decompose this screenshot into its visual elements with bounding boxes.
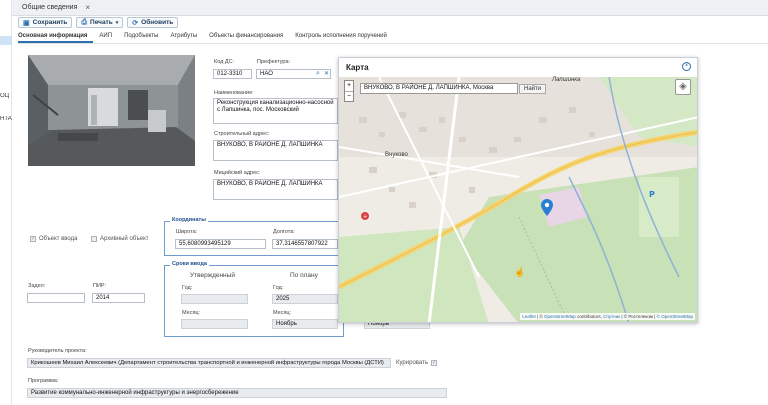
zoom-out-button[interactable]: − bbox=[345, 91, 353, 101]
refresh-icon: ⟳ bbox=[132, 19, 139, 27]
search-icon[interactable]: ⌕ bbox=[316, 70, 320, 78]
close-icon[interactable]: × bbox=[682, 62, 691, 71]
map-attribution: Leaflet | © OpenStreetMap contributors, … bbox=[520, 313, 695, 320]
checkbox-checked-icon: ✓ bbox=[431, 360, 437, 366]
longitude-field[interactable]: 37,3146557807922 bbox=[272, 239, 338, 249]
hand-cursor-icon: ☝ bbox=[514, 267, 526, 277]
tab-main-info[interactable]: Основная информация bbox=[18, 33, 94, 43]
map-canvas[interactable]: + P Внуково Лапшинка ☝ bbox=[339, 76, 697, 322]
save-button[interactable]: ▣ Сохранить bbox=[18, 17, 73, 28]
map-dialog: Карта × + P Внуково Лапшинка ☝ + − ВНУКО… bbox=[338, 57, 698, 323]
kod-label: Код ДС: bbox=[214, 59, 235, 65]
pir-label: ПИР: bbox=[93, 283, 106, 289]
chevron-down-icon: ▾ bbox=[115, 19, 119, 26]
tab-finance-objects[interactable]: Объекты финансирования bbox=[209, 33, 289, 43]
print-button[interactable]: ⎙ Печать ▾ bbox=[76, 17, 124, 28]
tab-bar: Основная информация АИП Подобъекты Атриб… bbox=[18, 33, 768, 43]
checkbox-empty-icon bbox=[91, 236, 97, 242]
kod-field[interactable]: 012-3310 bbox=[213, 69, 252, 79]
build-address-field[interactable]: ВНУКОВО, В РАЙОНЕ Д. ЛАПШИНКА bbox=[213, 140, 338, 161]
osm2-link[interactable]: © OpenStreetMap bbox=[657, 314, 693, 319]
latitude-label: Широта: bbox=[176, 229, 198, 235]
zoom-in-button[interactable]: + bbox=[345, 81, 353, 91]
name-field[interactable]: Реконструкция канализационно-насосной с … bbox=[213, 98, 338, 124]
longitude-label: Долгота: bbox=[273, 229, 295, 235]
refresh-button[interactable]: ⟳ Обновить bbox=[127, 17, 179, 28]
archive-checkbox[interactable]: Архивный объект bbox=[91, 236, 149, 242]
clear-icon[interactable]: ✕ bbox=[324, 70, 329, 77]
program-label: Программа: bbox=[28, 378, 59, 384]
plan-month-field: Ноябрь bbox=[272, 319, 338, 329]
map-pin-icon[interactable] bbox=[541, 199, 553, 216]
left-nav-selected[interactable] bbox=[0, 36, 12, 45]
toolbar: ▣ Сохранить ⎙ Печать ▾ ⟳ Обновить bbox=[18, 17, 179, 29]
program-field: Развитие коммунально-инженерной инфрастр… bbox=[27, 388, 447, 398]
map-title: Карта bbox=[346, 63, 369, 72]
layers-icon[interactable]: ◈ bbox=[675, 79, 691, 95]
prefecture-label: Префектура: bbox=[257, 59, 291, 65]
curator-checkbox[interactable]: Курировать ✓ bbox=[396, 360, 437, 366]
municipal-address-field[interactable]: ВНУКОВО, В РАЙОНЕ Д. ЛАПШИНКА bbox=[213, 179, 338, 200]
close-icon[interactable]: × bbox=[85, 3, 90, 12]
leaflet-link[interactable]: Leaflet bbox=[522, 314, 536, 319]
latitude-field[interactable]: 55,6080993495129 bbox=[175, 239, 266, 249]
left-nav: ОЦ НТА bbox=[0, 0, 12, 405]
leader-label: Руководитель проекта: bbox=[28, 348, 87, 354]
input-terms-title: Сроки ввода bbox=[170, 261, 209, 267]
osm-link[interactable]: OpenStreetMap bbox=[544, 314, 576, 319]
plan-header: По плану bbox=[290, 272, 318, 279]
map-search-input[interactable]: ВНУКОВО, В РАЙОНЕ Д. ЛАПШИНКА, Москва bbox=[360, 83, 518, 94]
printer-icon: ⎙ bbox=[81, 18, 88, 26]
zadel-field[interactable] bbox=[27, 293, 85, 303]
left-nav-item[interactable]: НТА bbox=[0, 116, 12, 122]
tab-aip[interactable]: АИП bbox=[99, 33, 118, 43]
document-tab-title: Общие сведения bbox=[22, 4, 78, 11]
sputnik-link[interactable]: Спутник bbox=[603, 314, 620, 319]
window-titlebar: Общие сведения × bbox=[12, 0, 768, 16]
map-zoom-control: + − bbox=[344, 80, 354, 102]
document-tab[interactable]: Общие сведения × bbox=[22, 3, 90, 12]
left-nav-item[interactable]: ОЦ bbox=[0, 93, 12, 99]
approved-year-field bbox=[181, 294, 248, 304]
svg-text:P: P bbox=[649, 190, 655, 199]
map-label-lapshinka: Лапшинка bbox=[552, 77, 581, 83]
approved-header: Утвержденный bbox=[190, 272, 235, 279]
tab-control[interactable]: Контроль исполнения поручений bbox=[295, 33, 393, 43]
svg-text:+: + bbox=[363, 214, 367, 220]
object-photo[interactable] bbox=[28, 55, 195, 166]
name-label: Наименование: bbox=[214, 90, 254, 96]
plan-year-field: 2025 bbox=[272, 294, 338, 304]
municipal-address-label: Мицийский адрес: bbox=[214, 170, 261, 176]
site-photo-image bbox=[28, 55, 195, 166]
tab-divider bbox=[18, 43, 768, 44]
map-label-vnukovo: Внуково bbox=[385, 152, 408, 158]
build-address-label: Строительный адрес: bbox=[214, 131, 270, 137]
tab-attributes[interactable]: Атрибуты bbox=[171, 33, 204, 43]
map-tiles: + P bbox=[339, 76, 697, 322]
map-find-button[interactable]: Найти bbox=[519, 84, 547, 94]
leader-field: Крикошеев Михаил Алексеевич (Департамент… bbox=[27, 358, 391, 368]
plan-month-label: Месяц: bbox=[273, 310, 292, 316]
checkbox-checked-icon: ✓ bbox=[30, 236, 36, 242]
approved-month-label: Месяц: bbox=[182, 310, 201, 316]
approved-month-field bbox=[181, 319, 248, 329]
approved-year-label: Год: bbox=[182, 285, 193, 291]
plan-year-label: Год: bbox=[273, 285, 284, 291]
tab-subobjects[interactable]: Подобъекты bbox=[124, 33, 164, 43]
zadel-label: Задел: bbox=[28, 283, 46, 289]
floppy-icon: ▣ bbox=[23, 19, 30, 27]
pir-field[interactable]: 2014 bbox=[92, 293, 145, 303]
object-input-checkbox[interactable]: ✓ Объект ввода bbox=[30, 236, 77, 242]
coordinates-title: Координаты bbox=[170, 217, 208, 223]
